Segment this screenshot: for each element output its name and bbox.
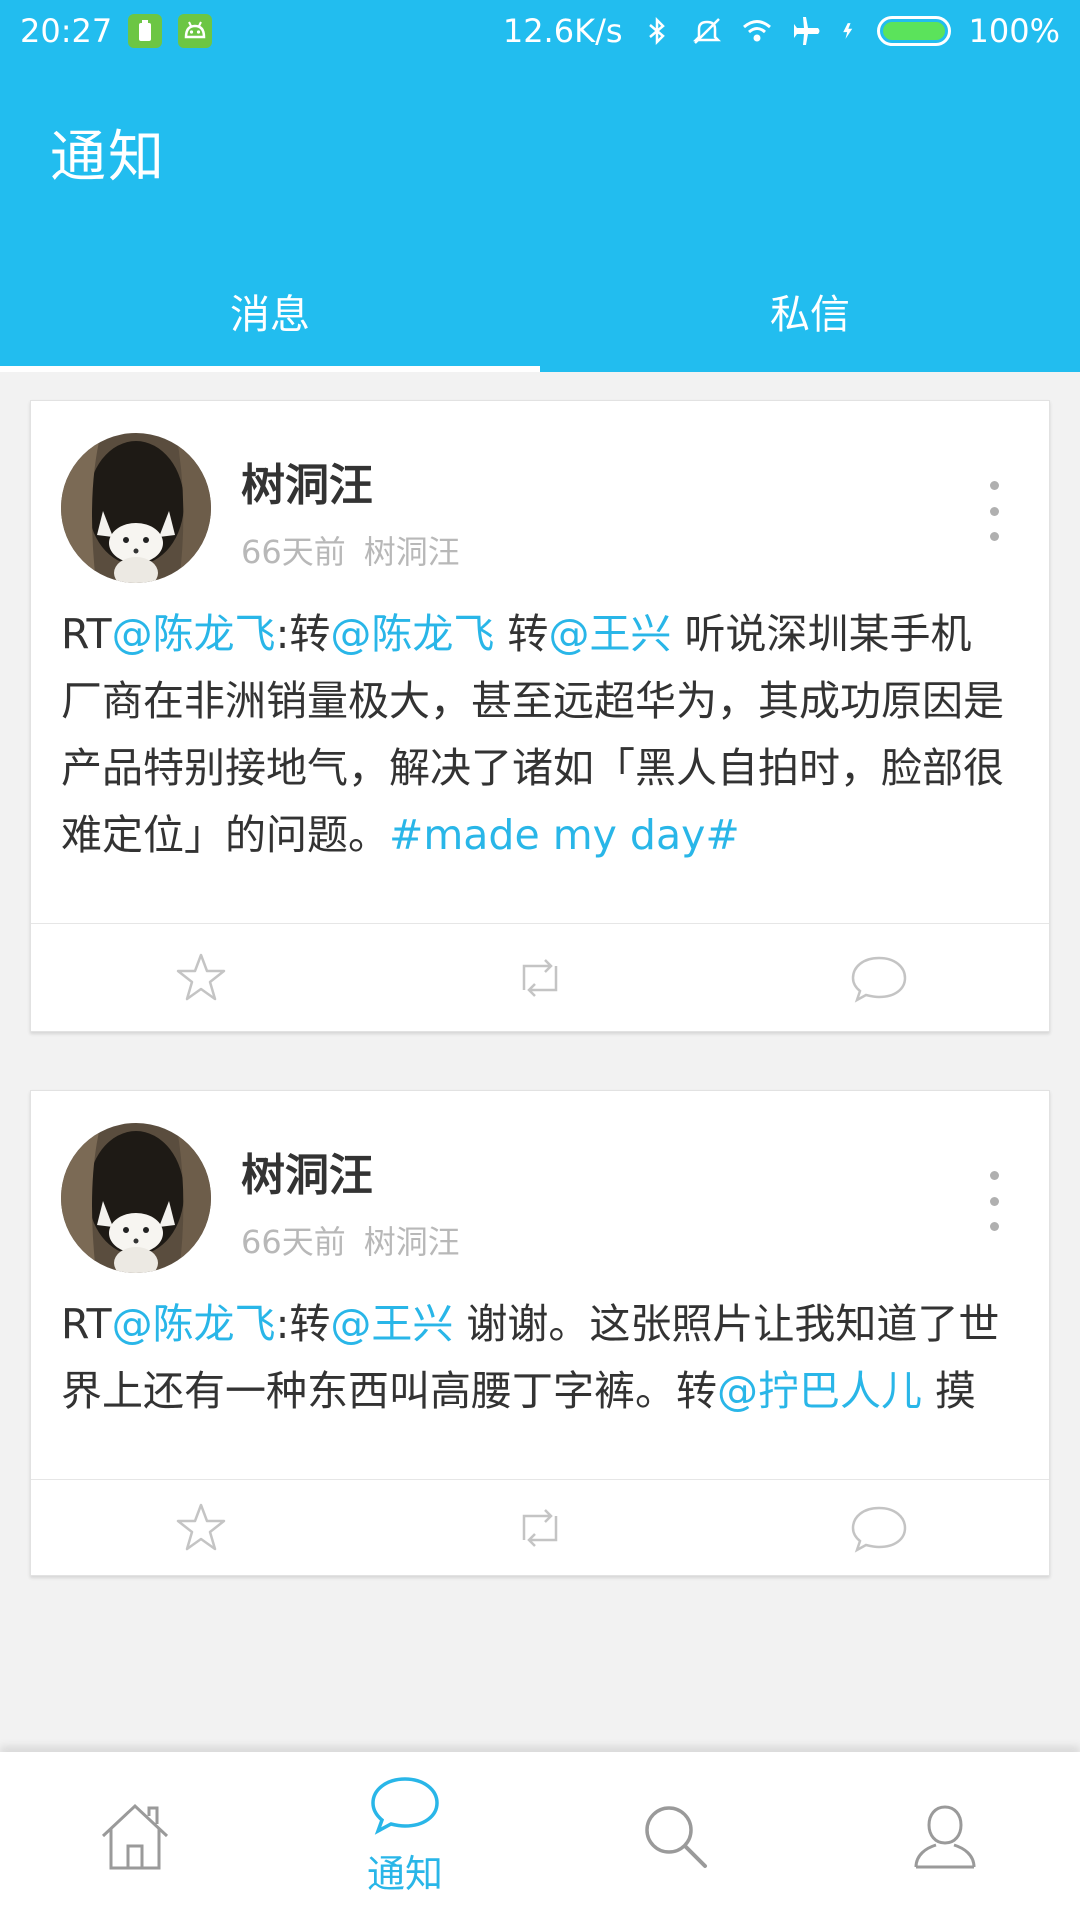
post-card[interactable]: 树洞汪 66天前 树洞汪 RT@陈龙飞:转@王兴 谢谢。这张照片让我知道了世界上还… — [30, 1090, 1050, 1576]
airplane-mode-icon — [793, 17, 820, 45]
post-header: 树洞汪 66天前 树洞汪 — [31, 1091, 1049, 1277]
nav-home[interactable] — [0, 1752, 270, 1920]
mention-link[interactable]: @王兴 — [548, 610, 671, 658]
nav-notifications[interactable]: 通知 — [270, 1752, 540, 1920]
mention-link[interactable]: @拧巴人儿 — [717, 1367, 922, 1415]
post-source: 树洞汪 — [363, 533, 460, 571]
comment-icon — [852, 956, 907, 1003]
post-time: 66天前 — [241, 1223, 346, 1261]
star-icon — [176, 1503, 225, 1550]
network-speed: 12.6K/s — [502, 12, 623, 50]
nav-profile[interactable] — [810, 1752, 1080, 1920]
nav-notifications-label: 通知 — [366, 1851, 443, 1896]
post-time: 66天前 — [241, 533, 346, 571]
post-text: RT@陈龙飞:转@王兴 谢谢。这张照片让我知道了世界上还有一种东西叫高腰丁字裤。… — [31, 1277, 1049, 1425]
profile-icon — [914, 1805, 976, 1869]
comment-button[interactable] — [710, 1480, 1049, 1575]
more-options-button[interactable] — [979, 481, 1009, 541]
comment-button[interactable] — [710, 924, 1049, 1031]
post-author[interactable]: 树洞汪 — [241, 1139, 373, 1203]
mention-link[interactable]: @陈龙飞 — [330, 610, 494, 658]
repost-icon — [522, 958, 558, 997]
more-dot — [989, 1171, 999, 1180]
fox-avatar-image — [61, 1123, 211, 1273]
hashtag-link[interactable]: #made my day# — [389, 811, 740, 859]
post-text-segment: 转 — [494, 610, 549, 658]
status-time: 20:27 — [20, 12, 113, 50]
post-actions — [31, 1479, 1049, 1575]
notification-feed[interactable]: 树洞汪 66天前 树洞汪 RT@陈龙飞:转@陈龙飞 转@王兴 听说深圳某手机厂商在… — [30, 400, 1050, 1634]
post-source: 树洞汪 — [363, 1223, 460, 1261]
post-header: 树洞汪 66天前 树洞汪 — [31, 401, 1049, 587]
post-text-segment: 摸 — [922, 1367, 977, 1415]
post-text-segment: :转 — [275, 610, 331, 658]
mention-link[interactable]: @陈龙飞 — [112, 610, 276, 658]
tab-private-messages[interactable]: 私信 — [540, 250, 1080, 372]
battery-icon — [876, 16, 951, 46]
more-dot — [989, 506, 999, 516]
more-dot — [989, 532, 999, 541]
post-card[interactable]: 树洞汪 66天前 树洞汪 RT@陈龙飞:转@陈龙飞 转@王兴 听说深圳某手机厂商在… — [30, 400, 1050, 1032]
notification-icon — [371, 1776, 439, 1835]
nav-search[interactable] — [540, 1752, 810, 1920]
tab-private-messages-label: 私信 — [770, 292, 850, 338]
more-dot — [989, 1196, 999, 1206]
charging-icon — [842, 23, 852, 39]
post-text-segment: :转 — [275, 1300, 331, 1348]
post-text-segment: RT — [61, 1300, 112, 1348]
post-author[interactable]: 树洞汪 — [241, 449, 373, 513]
android-notification-icon — [178, 14, 213, 48]
status-bar: 20:27 12.6K/s 100% — [0, 0, 1080, 62]
avatar[interactable] — [61, 1123, 211, 1273]
mention-link[interactable]: @陈龙飞 — [112, 1300, 276, 1348]
more-dot — [989, 1222, 999, 1231]
search-icon — [645, 1806, 707, 1868]
comment-icon — [852, 1506, 907, 1553]
more-dot — [989, 481, 999, 490]
repost-button[interactable] — [370, 1480, 709, 1575]
avatar[interactable] — [61, 433, 211, 583]
post-meta: 66天前 树洞汪 — [241, 527, 460, 573]
post-actions — [31, 923, 1049, 1031]
bluetooth-icon — [648, 16, 665, 46]
post-text-segment: RT — [61, 610, 112, 658]
repost-icon — [522, 1508, 558, 1547]
favorite-button[interactable] — [31, 1480, 370, 1575]
home-icon — [101, 1803, 169, 1870]
battery-saver-icon — [128, 14, 163, 48]
wifi-icon — [742, 20, 771, 42]
tab-messages[interactable]: 消息 — [0, 250, 540, 372]
favorite-button[interactable] — [31, 924, 370, 1031]
post-meta: 66天前 树洞汪 — [241, 1217, 460, 1263]
battery-level-fill — [882, 22, 945, 40]
page-title: 通知 — [50, 125, 166, 190]
more-options-button[interactable] — [979, 1171, 1009, 1231]
star-icon — [176, 953, 225, 1000]
app-header: 20:27 12.6K/s 100% 通知 消息 私信 — [0, 0, 1080, 372]
bottom-navigation: 通知 — [0, 1752, 1080, 1920]
tab-messages-label: 消息 — [230, 292, 310, 338]
fox-avatar-image — [61, 433, 211, 583]
tab-bar: 消息 私信 — [0, 250, 1080, 372]
mute-icon — [692, 18, 721, 44]
repost-button[interactable] — [370, 924, 709, 1031]
mention-link[interactable]: @王兴 — [330, 1300, 453, 1348]
post-text: RT@陈龙飞:转@陈龙飞 转@王兴 听说深圳某手机厂商在非洲销量极大，甚至远超华… — [31, 587, 1049, 869]
battery-percent: 100% — [968, 12, 1060, 50]
